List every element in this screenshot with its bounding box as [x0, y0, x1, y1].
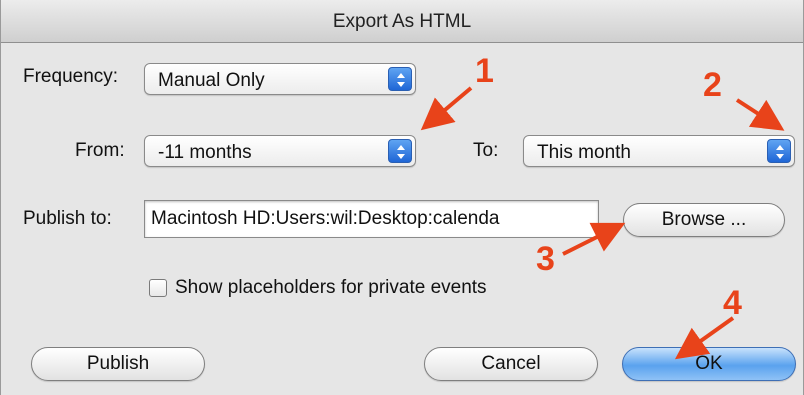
annotation-3: 3 [536, 240, 555, 278]
annotation-2: 2 [703, 66, 722, 104]
arrow-3 [562, 222, 626, 256]
annotation-4: 4 [723, 284, 742, 322]
annotation-arrows [420, 86, 785, 360]
export-dialog: Export As HTML Frequency: Manual Only Fr… [0, 0, 804, 395]
arrow-2 [735, 98, 785, 131]
arrow-1 [420, 86, 473, 131]
annotation-1: 1 [475, 52, 494, 90]
